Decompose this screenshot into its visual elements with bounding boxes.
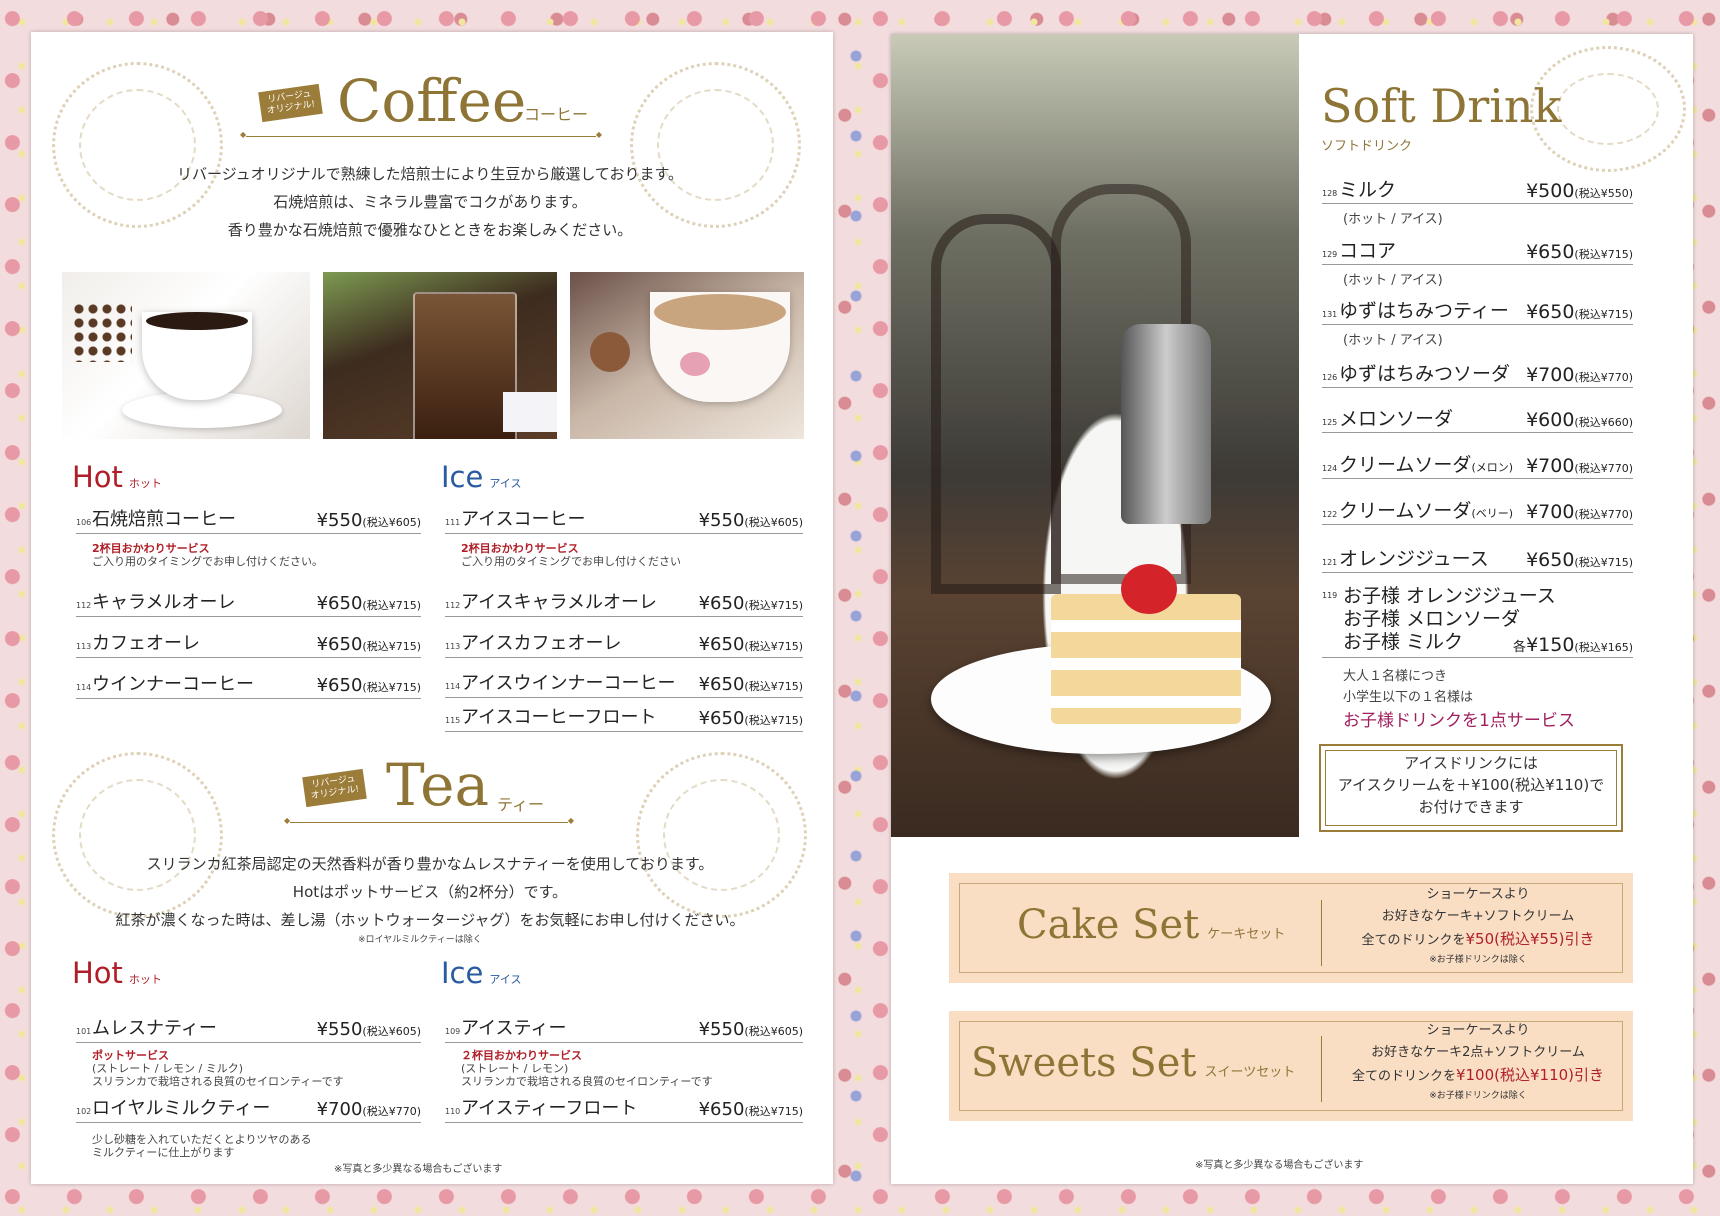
ice-label: Ice — [441, 460, 484, 494]
tea-ice-heading: Ice アイス — [441, 956, 522, 990]
set-divider — [1321, 900, 1322, 966]
menu-item: 112 キャラメルオーレ ¥650(税込¥715) — [76, 588, 421, 617]
ice-label-ja: アイス — [489, 477, 522, 490]
menu-item: 109 アイスティー ¥550(税込¥605) — [445, 1014, 803, 1043]
cake-photo — [891, 34, 1299, 837]
soft-drink-item: 129 ココア ¥650(税込¥715) — [1322, 237, 1633, 265]
coffee-title: Coffee — [337, 67, 527, 135]
cake-set-title: Cake Set ケーキセット — [1017, 902, 1286, 948]
tea-hot-heading: Hot ホット — [72, 956, 162, 990]
tea-intro-line: 紅茶が濃くなった時は、差し湯（ホットウォータージャグ）をお気軽にお申し付けくださ… — [115, 911, 745, 929]
item-number: 119 — [1322, 591, 1338, 600]
menu-item: 115 アイスコーヒーフロート ¥650(税込¥715) — [445, 703, 803, 732]
sweets-set-description: ショーケースより お好きなケーキ2点+ソフトクリーム 全てのドリンクを¥100(税… — [1351, 1023, 1605, 1101]
cake-set-description: ショーケースより お好きなケーキ+ソフトクリーム 全てのドリンクを¥50(税込¥5… — [1361, 887, 1595, 965]
item-price: ¥550(税込¥605) — [316, 510, 421, 531]
coffee-photo-cafe — [570, 272, 804, 439]
soft-drink-item: 128 ミルク ¥500(税込¥550) — [1322, 176, 1633, 204]
hot-label: Hot — [72, 460, 123, 494]
soft-drink-sub: (ホット / アイス) — [1343, 273, 1443, 288]
soft-drink-item: 121 オレンジジュース ¥650(税込¥715) — [1322, 545, 1633, 573]
sweets-set-title: Sweets Set スイーツセット — [971, 1040, 1296, 1086]
menu-item: 101 ムレスナティー ¥550(税込¥605) — [76, 1014, 421, 1043]
coffee-photo-hot — [62, 272, 310, 439]
menu-item: 113 アイスカフェオーレ ¥650(税込¥715) — [445, 629, 803, 658]
item-name: 石焼焙煎コーヒー — [92, 509, 236, 530]
tea-intro-line: Hotはポットサービス（約2杯分）です。 — [292, 883, 568, 901]
item-number: 106 — [76, 518, 92, 527]
coffee-hot-heading: Hot ホット — [72, 460, 162, 501]
tea-title: Tea — [386, 751, 490, 819]
menu-item: 113 カフェオーレ ¥650(税込¥715) — [76, 629, 421, 658]
pot-service-note: ポットサービス (ストレート / レモン / ミルク) スリランカで栽培される良質の… — [92, 1049, 344, 1088]
coffee-intro-line: 香り豊かな石焼焙煎で優雅なひとときをお楽しみください。 — [227, 221, 633, 239]
heading-divider — [240, 130, 602, 139]
iced-tea-note: ２杯目おかわりサービス (ストレート / レモン) スリランカで栽培される良質のセイ… — [461, 1049, 713, 1088]
ice-cream-addon-box: アイスドリンクには アイスクリームを＋¥100(税込¥110)で お付けできます — [1319, 744, 1623, 832]
coffee-ice-heading: Ice アイス — [441, 460, 521, 501]
tea-title-ja: ティー — [497, 795, 545, 814]
heading-divider — [284, 816, 574, 825]
refill-note: 2杯目おかわりサービス ご入り用のタイミングでお申し付けください。 — [92, 542, 323, 568]
kids-drink-price: 各¥150(税込¥165) — [1513, 634, 1633, 656]
soft-drink-item: 125 メロンソーダ ¥600(税込¥660) — [1322, 405, 1633, 433]
set-divider — [1321, 1036, 1322, 1102]
menu-item: 102 ロイヤルミルクティー ¥700(税込¥770) — [76, 1094, 421, 1123]
menu-item: 114 ウインナーコーヒー ¥650(税込¥715) — [76, 670, 421, 699]
menu-item: 111 アイスコーヒー ¥550(税込¥605) — [445, 505, 803, 534]
soft-drink-sub: (ホット / アイス) — [1343, 212, 1443, 227]
coffee-intro-line: 石焼焙煎は、ミネラル豊富でコクがあります。 — [273, 193, 587, 211]
tea-intro: スリランカ紅茶局認定の天然香料が香り豊かなムレスナティーを使用しております。 H… — [80, 850, 780, 934]
soft-drink-item: 126 ゆずはちみつソーダ ¥700(税込¥770) — [1322, 360, 1633, 388]
left-footer-note: ※写真と多少異なる場合もございます — [334, 1164, 503, 1175]
menu-item: 112 アイスキャラメルオーレ ¥650(税込¥715) — [445, 588, 803, 617]
hot-label-ja: ホット — [128, 477, 162, 490]
coffee-intro: リバージュオリジナルで熟練した焙煎士により生豆から厳選しております。 石焼焙煎は… — [100, 160, 760, 244]
menu-item: 114 アイスウインナーコーヒー ¥650(税込¥715) — [445, 669, 803, 698]
menu-item: 110 アイスティーフロート ¥650(税込¥715) — [445, 1094, 803, 1123]
soft-drink-item: 122 クリームソーダ(ベリー) ¥700(税込¥770) — [1322, 497, 1633, 525]
coffee-photo-ice — [323, 272, 557, 439]
coffee-title-ja: コーヒー — [524, 105, 589, 124]
soft-drink-title-ja: ソフトドリンク — [1321, 139, 1413, 154]
soft-drink-item: 131 ゆずはちみつティー ¥650(税込¥715) — [1322, 297, 1633, 325]
menu-item: 106 石焼焙煎コーヒー ¥550(税込¥605) — [76, 505, 421, 534]
kids-service-note: 大人１名様につき 小学生以下の１名様は お子様ドリンクを1点サービス — [1343, 669, 1575, 731]
milk-tea-note: 少し砂糖を入れていただくとよりツヤのある ミルクティーに仕上がります — [92, 1133, 312, 1159]
tea-intro-line: スリランカ紅茶局認定の天然香料が香り豊かなムレスナティーを使用しております。 — [146, 855, 714, 873]
tea-intro-note: ※ロイヤルミルクティーは除く — [358, 935, 482, 945]
soft-drink-item: 124 クリームソーダ(メロン) ¥700(税込¥770) — [1322, 451, 1633, 479]
soft-drink-sub: (ホット / アイス) — [1343, 333, 1443, 348]
soft-drink-title: Soft Drink — [1321, 79, 1562, 133]
kids-drink-item: 119 お子様 オレンジジュース お子様 メロンソーダ お子様 ミルク 各¥150(… — [1322, 583, 1633, 658]
right-footer-note: ※写真と多少異なる場合もございます — [1195, 1160, 1364, 1171]
coffee-intro-line: リバージュオリジナルで熟練した焙煎士により生豆から厳選しております。 — [177, 165, 683, 183]
refill-note: 2杯目おかわりサービス ご入り用のタイミングでお申し付けください — [461, 542, 681, 568]
